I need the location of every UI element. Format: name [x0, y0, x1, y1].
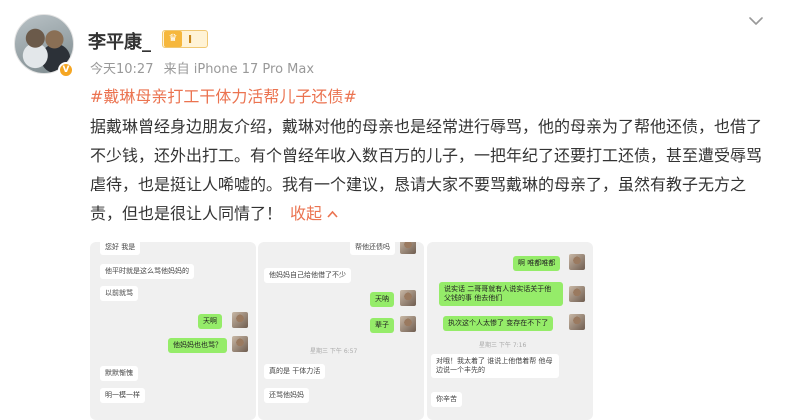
- chat-screenshot-image[interactable]: 帮他还债吗 他妈妈自己给他借了不少 天呐 辈子 星期三 下午 6:57 真的是 …: [258, 242, 424, 420]
- chat-message: 啊 唯都唯都: [513, 256, 561, 271]
- chat-message: 辈子: [370, 318, 394, 333]
- level-badge-label: I: [188, 32, 193, 46]
- crown-icon: ♛: [164, 31, 182, 47]
- chat-message: 帮他还债吗: [350, 242, 395, 255]
- chat-screenshot-image[interactable]: 您好 我是 他平时就是这么骂他妈妈的 以前就骂 天啊 他妈妈也也骂？ 默默惭愧 …: [90, 242, 256, 420]
- chat-message: 明一模一样: [100, 388, 145, 403]
- chat-message: 说实话 二哥哥就有人说实话关于他父钱的事 他去他们: [439, 282, 563, 306]
- username[interactable]: 李平康_: [88, 28, 151, 54]
- post-body-text: 据戴琳曾经身边朋友介绍，戴琳对他的母亲也是经常进行辱骂，他的母亲为了帮他还债，也…: [90, 117, 763, 223]
- avatar: [400, 316, 416, 332]
- chat-message: 真的是 干体力活: [264, 364, 326, 379]
- level-badge[interactable]: ♛ I: [162, 30, 208, 48]
- avatar: [569, 286, 585, 302]
- avatar: [232, 336, 248, 352]
- chat-message: 天呐: [370, 292, 394, 307]
- post-time: 今天10:27: [90, 62, 154, 77]
- post-source: 来自 iPhone 17 Pro Max: [163, 62, 315, 77]
- chevron-down-icon[interactable]: [745, 10, 767, 32]
- chat-message: 天啊: [198, 314, 222, 329]
- chevron-up-icon: [327, 210, 338, 218]
- avatar: [400, 242, 416, 254]
- chat-message: 你辛苦: [431, 392, 462, 407]
- collapse-button[interactable]: 收起: [290, 204, 338, 223]
- post-body: 据戴琳曾经身边朋友介绍，戴琳对他的母亲也是经常进行辱骂，他的母亲为了帮他还债，也…: [90, 112, 762, 228]
- post-meta: 今天10:27 来自 iPhone 17 Pro Max: [90, 58, 320, 77]
- avatar: [400, 290, 416, 306]
- chat-message: 他妈妈也也骂？: [168, 338, 227, 353]
- chat-message: 执次这个人太惨了 变存在不下了: [443, 316, 554, 331]
- chat-timestamp: 星期三 下午 6:57: [310, 348, 358, 355]
- avatar: [569, 254, 585, 270]
- chat-message: 还骂他妈妈: [264, 388, 309, 403]
- collapse-label: 收起: [290, 204, 323, 223]
- chat-screenshot-image[interactable]: 啊 唯都唯都 说实话 二哥哥就有人说实话关于他父钱的事 他去他们 执次这个人太惨…: [427, 242, 593, 420]
- avatar: [232, 312, 248, 328]
- chat-message: 您好 我是: [100, 242, 141, 255]
- chat-message: 他妈妈自己给他借了不少: [264, 268, 351, 283]
- chat-message: 他平时就是这么骂他妈妈的: [100, 264, 194, 279]
- chat-message: 对哦！我太着了 谁说上他借着帮 他母边说一个丰先的: [431, 354, 559, 378]
- chat-message: 以前就骂: [100, 286, 138, 301]
- avatar: [569, 314, 585, 330]
- chat-message: 默默惭愧: [100, 366, 138, 381]
- topic-link[interactable]: #戴琳母亲打工干体力活帮儿子还债#: [90, 83, 357, 107]
- chat-timestamp: 星期三 下午 7:16: [479, 342, 527, 349]
- verified-badge: V: [58, 62, 74, 78]
